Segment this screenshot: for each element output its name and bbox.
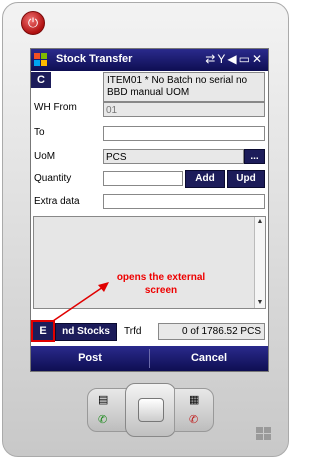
post-softkey[interactable]: Post — [31, 346, 149, 371]
softkey-bar: Post Cancel — [31, 346, 268, 371]
power-button[interactable]: ⏻ — [21, 11, 45, 35]
hw-left-buttons: ▤ ✆ — [87, 388, 127, 432]
trfd-value: 0 of 1786.52 PCS — [158, 323, 265, 340]
call-icon[interactable]: ✆ — [98, 413, 107, 426]
windows-logo-icon — [256, 427, 271, 440]
dpad[interactable] — [125, 383, 176, 437]
hw-right-buttons: ▦ ✆ — [174, 388, 214, 432]
e-button[interactable]: E — [31, 320, 55, 342]
find-stocks-button[interactable]: nd Stocks — [55, 323, 117, 341]
contacts-icon[interactable]: ▤ — [98, 393, 108, 406]
dpad-center-button[interactable] — [138, 398, 164, 422]
end-call-icon[interactable]: ✆ — [189, 413, 198, 426]
device-frame: ⏻ Stock Transfer ⇄Y◀▭✕ C ITEM01 * No Bat… — [2, 2, 289, 457]
trfd-label: Trfd — [124, 326, 142, 337]
calendar-icon[interactable]: ▦ — [189, 393, 199, 406]
device-screen: Stock Transfer ⇄Y◀▭✕ C ITEM01 * No Batch… — [30, 48, 269, 372]
cancel-softkey[interactable]: Cancel — [150, 346, 268, 371]
